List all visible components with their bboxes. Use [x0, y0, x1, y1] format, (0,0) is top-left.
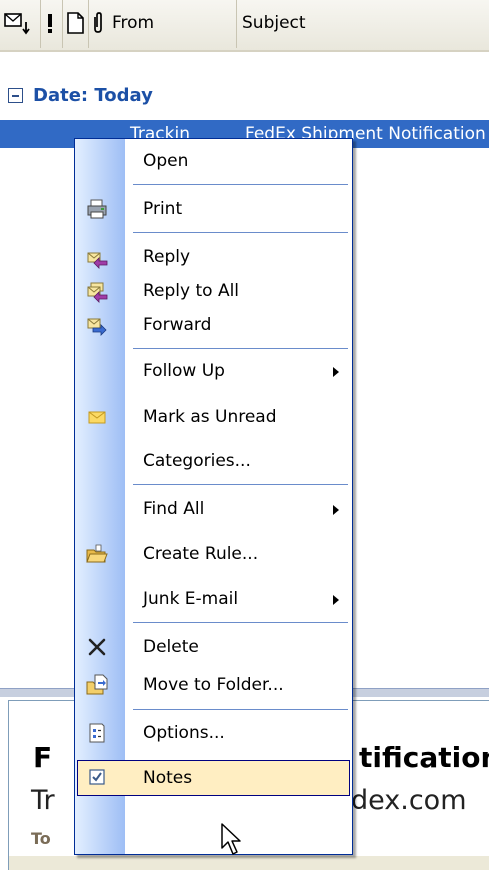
menu-item-junk-email[interactable]: Junk E-mail: [75, 581, 352, 617]
menu-item-label: Options...: [143, 723, 225, 743]
menu-item-move-to-folder[interactable]: Move to Folder...: [75, 667, 352, 703]
menu-item-mark-unread[interactable]: Mark as Unread: [75, 399, 352, 435]
column-subject-label: Subject: [242, 13, 306, 33]
menu-separator: [133, 232, 348, 233]
menu-item-find-all[interactable]: Find All: [75, 491, 352, 527]
menu-item-reply[interactable]: Reply: [75, 239, 352, 275]
submenu-arrow-icon: [333, 505, 339, 515]
importance-icon: [48, 14, 52, 33]
menu-item-label: Print: [143, 199, 183, 219]
reply-all-icon: [87, 282, 108, 303]
column-subject[interactable]: Subject: [242, 0, 489, 48]
reading-pane-footer: [9, 856, 489, 870]
column-message-status[interactable]: [0, 0, 41, 48]
paperclip-icon: [94, 12, 102, 33]
reading-pane-title-end: tification: [359, 741, 489, 774]
menu-item-open[interactable]: Open: [75, 143, 352, 179]
submenu-arrow-icon: [333, 595, 339, 605]
move-folder-icon: [86, 674, 108, 695]
collapse-icon[interactable]: [8, 88, 23, 103]
menu-item-notes[interactable]: Notes: [75, 760, 352, 796]
menu-item-label: Reply: [143, 247, 191, 267]
column-header: From Subject: [0, 0, 489, 52]
column-from[interactable]: From: [110, 0, 237, 48]
menu-separator: [133, 622, 348, 623]
column-attachment[interactable]: [88, 0, 110, 48]
context-menu: Open Print Reply Reply to All Forward Fo…: [74, 138, 353, 855]
menu-item-label: Create Rule...: [143, 544, 259, 564]
folder-rule-icon: [86, 544, 108, 563]
menu-item-categories[interactable]: Categories...: [75, 443, 352, 479]
forward-icon: [87, 318, 107, 336]
column-icon[interactable]: [62, 0, 89, 48]
menu-item-reply-all[interactable]: Reply to All: [75, 273, 352, 309]
menu-item-label: Forward: [143, 315, 212, 335]
reading-pane-title-start: F: [33, 741, 53, 774]
menu-item-print[interactable]: Print: [75, 191, 352, 227]
menu-separator: [133, 348, 348, 349]
menu-item-label: Notes: [143, 768, 193, 788]
menu-item-label: Find All: [143, 499, 205, 519]
menu-item-label: Move to Folder...: [143, 675, 284, 695]
printer-icon: [87, 199, 107, 219]
document-icon: [67, 12, 84, 34]
menu-item-label: Reply to All: [143, 281, 240, 301]
column-from-label: From: [112, 13, 155, 33]
menu-separator: [133, 709, 348, 710]
reading-pane-from-end: dex.com: [351, 785, 467, 816]
menu-item-options[interactable]: Options...: [75, 715, 352, 751]
reading-pane-date-start: To: [31, 829, 51, 848]
column-importance[interactable]: [40, 0, 63, 48]
menu-separator: [133, 184, 348, 185]
envelope-icon: [88, 411, 106, 424]
reply-icon: [87, 252, 108, 269]
submenu-arrow-icon: [333, 367, 339, 377]
menu-item-create-rule[interactable]: Create Rule...: [75, 536, 352, 572]
menu-item-follow-up[interactable]: Follow Up: [75, 353, 352, 389]
checkbox-icon: [89, 769, 105, 785]
menu-item-label: Junk E-mail: [143, 589, 239, 609]
reading-pane-from-start: Tr: [31, 785, 55, 816]
menu-item-highlight: [77, 760, 350, 796]
delete-x-icon: [88, 638, 106, 656]
group-label: Date: Today: [33, 85, 153, 106]
envelope-sort-icon: [4, 13, 30, 35]
menu-item-label: Open: [143, 151, 189, 171]
menu-item-label: Categories...: [143, 451, 251, 471]
menu-item-delete[interactable]: Delete: [75, 629, 352, 665]
menu-item-label: Follow Up: [143, 361, 225, 381]
menu-item-label: Delete: [143, 637, 199, 657]
menu-item-label: Mark as Unread: [143, 407, 277, 427]
mouse-cursor-icon: [221, 823, 241, 855]
menu-item-forward[interactable]: Forward: [75, 307, 352, 343]
menu-separator: [133, 484, 348, 485]
options-icon: [89, 723, 105, 743]
